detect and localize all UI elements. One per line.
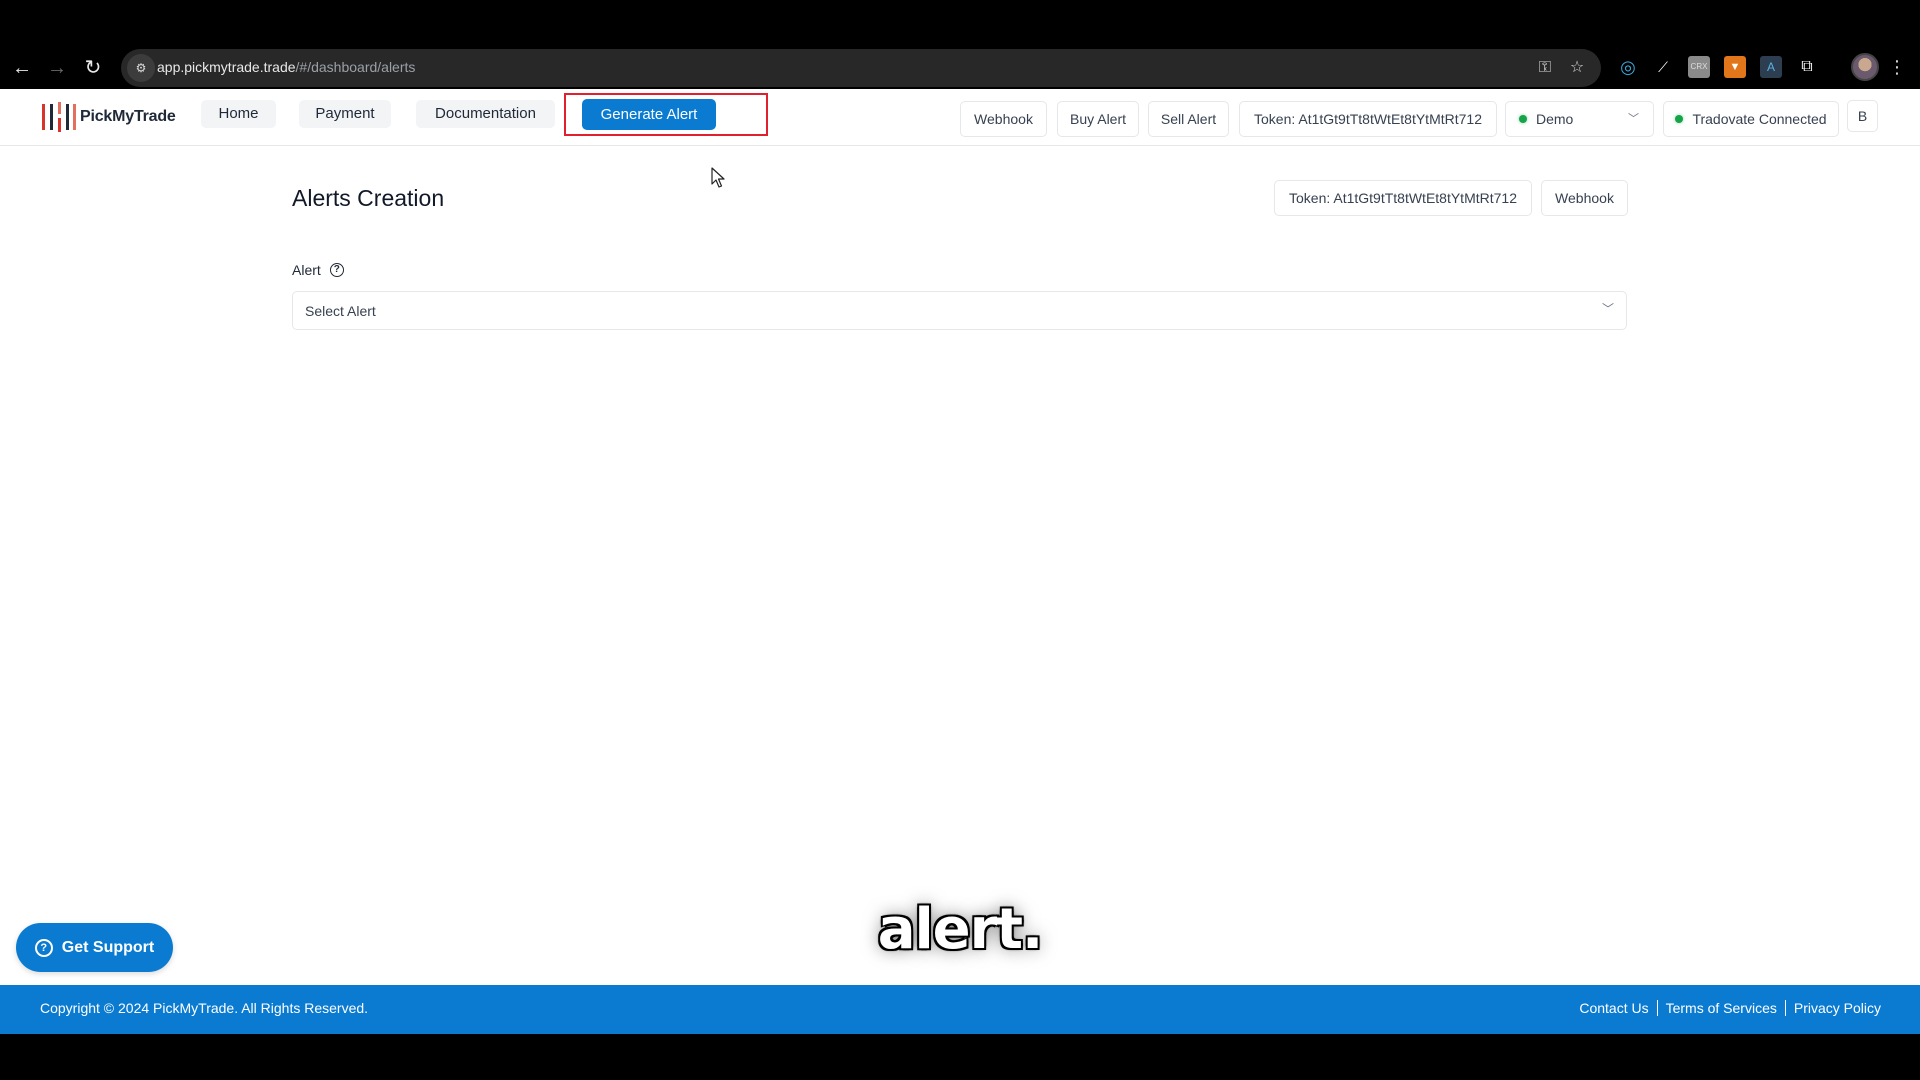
sell-alert-button[interactable]: Sell Alert <box>1148 101 1229 137</box>
footer-divider <box>1656 1000 1658 1016</box>
copyright-text: Copyright © 2024 PickMyTrade. All Rights… <box>40 1000 369 1016</box>
browser-menu-icon[interactable]: ⋮ <box>1888 54 1906 82</box>
url-host: app.pickmytrade.trade <box>157 59 296 75</box>
password-key-icon[interactable]: ⚿ <box>1535 58 1555 78</box>
back-arrow-icon[interactable]: ← <box>8 54 36 82</box>
nav-documentation[interactable]: Documentation <box>416 100 555 128</box>
browser-toolbar: ← → ↻ ⚙ app.pickmytrade.trade/#/dashboar… <box>0 0 1920 89</box>
profile-avatar[interactable] <box>1851 53 1879 81</box>
metamask-fox-icon[interactable]: ▼ <box>1724 56 1746 78</box>
header-webhook-button[interactable]: Webhook <box>960 101 1047 137</box>
page: PickMyTrade Home Payment Documentation G… <box>0 89 1920 1034</box>
alert-field-label: Alert ? <box>292 262 344 278</box>
footer-link-contact[interactable]: Contact Us <box>1579 1000 1648 1016</box>
main-token-button[interactable]: Token: At1tGt9tTt8tWtEt8tYtMtRt712 <box>1274 180 1532 216</box>
account-select[interactable]: Demo ﹀ <box>1505 101 1654 137</box>
broom-extension-icon[interactable]: ⟋ <box>1652 56 1674 78</box>
bookmark-star-icon[interactable]: ☆ <box>1567 58 1587 78</box>
letterbox-bottom <box>0 1034 1920 1080</box>
footer-links: Contact Us Terms of Services Privacy Pol… <box>1579 1000 1881 1016</box>
brand-name: PickMyTrade <box>80 108 176 125</box>
buy-alert-button[interactable]: Buy Alert <box>1057 101 1139 137</box>
web-extension-icon[interactable]: ◎ <box>1617 56 1639 78</box>
header-token-button[interactable]: Token: At1tGt9tTt8tWtEt8tYtMtRt712 <box>1239 101 1497 137</box>
forward-arrow-icon[interactable]: → <box>43 54 71 82</box>
reload-icon[interactable]: ↻ <box>79 54 107 82</box>
footer-link-privacy[interactable]: Privacy Policy <box>1794 1000 1881 1016</box>
generate-alert-button[interactable]: Generate Alert <box>582 99 716 130</box>
status-dot-icon <box>1675 115 1684 123</box>
site-settings-icon[interactable]: ⚙ <box>127 54 155 82</box>
nav-payment[interactable]: Payment <box>299 100 391 128</box>
url-path: /#/dashboard/alerts <box>295 59 416 75</box>
video-caption: alert. <box>877 897 1044 962</box>
logo-bars-icon <box>40 102 76 132</box>
main-webhook-button[interactable]: Webhook <box>1541 180 1628 216</box>
puzzle-extensions-icon[interactable]: ⧉ <box>1796 56 1818 78</box>
compass-extension-icon[interactable]: A <box>1760 56 1782 78</box>
user-menu-button[interactable]: B <box>1847 100 1878 132</box>
account-select-value: Demo <box>1536 111 1574 127</box>
chevron-down-icon: ﹀ <box>1601 302 1614 316</box>
crx-extension-icon[interactable]: CRX <box>1688 56 1710 78</box>
page-title: Alerts Creation <box>292 185 445 211</box>
help-circle-icon[interactable]: ? <box>329 263 344 277</box>
alert-label-text: Alert <box>292 262 321 278</box>
footer-link-terms[interactable]: Terms of Services <box>1666 1000 1777 1016</box>
footer-divider <box>1784 1000 1786 1016</box>
status-dot-icon <box>1519 115 1527 123</box>
mouse-cursor-icon <box>711 167 725 188</box>
chevron-down-icon: ﹀ <box>1628 113 1639 125</box>
connection-status-text: Tradovate Connected <box>1692 111 1827 127</box>
nav-home[interactable]: Home <box>201 100 276 128</box>
url-text[interactable]: app.pickmytrade.trade/#/dashboard/alerts <box>157 59 415 75</box>
footer: Copyright © 2024 PickMyTrade. All Rights… <box>0 985 1920 1034</box>
alert-select[interactable]: Select Alert ﹀ <box>292 291 1627 330</box>
app-header: PickMyTrade Home Payment Documentation G… <box>0 89 1920 146</box>
brand-logo[interactable]: PickMyTrade <box>40 102 176 132</box>
address-bar[interactable]: ⚙ app.pickmytrade.trade/#/dashboard/aler… <box>121 49 1601 87</box>
connection-status-badge[interactable]: Tradovate Connected <box>1663 101 1839 137</box>
alert-select-placeholder: Select Alert <box>305 303 376 319</box>
